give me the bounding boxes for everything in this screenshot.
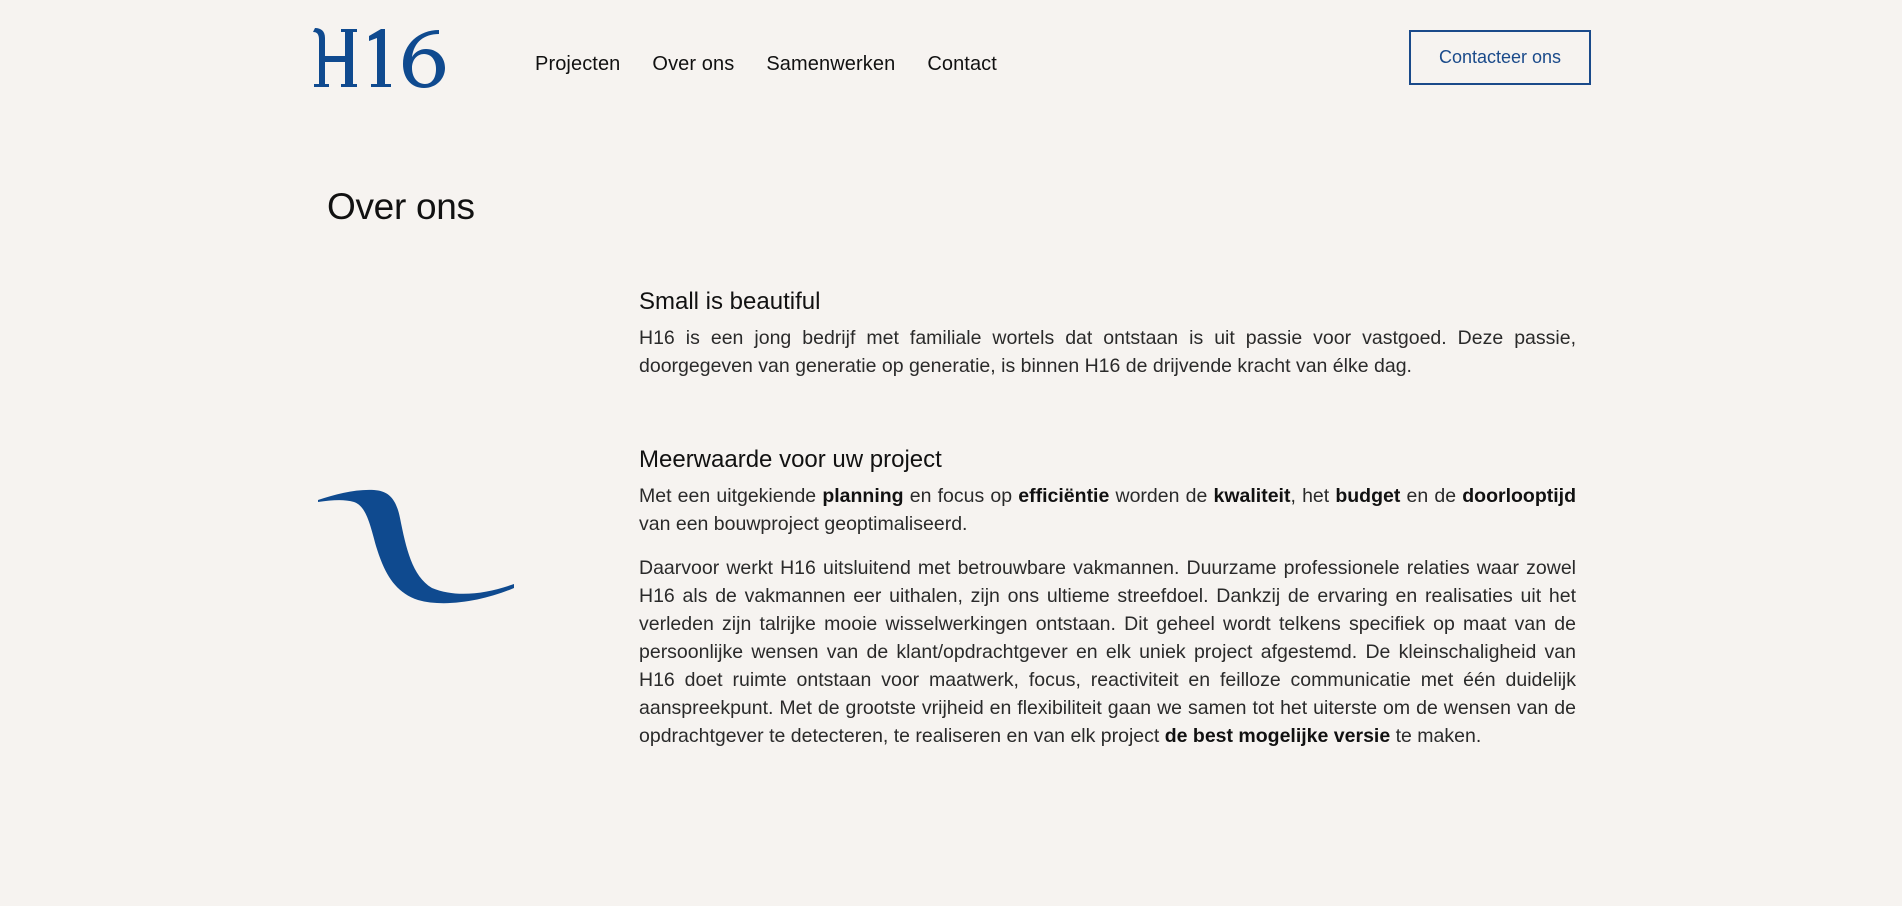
paragraph-text: en focus op [903, 485, 1019, 507]
nav-item-over-ons[interactable]: Over ons [652, 50, 734, 78]
paragraph-text: Daarvoor werkt H16 uitsluitend met betro… [639, 557, 1576, 747]
emphasis-text: budget [1335, 485, 1401, 507]
nav-item-projecten[interactable]: Projecten [535, 50, 620, 78]
h16-logo [313, 28, 445, 88]
logo-link[interactable] [311, 26, 457, 90]
section-paragraph: Daarvoor werkt H16 uitsluitend met betro… [639, 554, 1576, 750]
section-meerwaarde: Meerwaarde voor uw project Met een uitge… [639, 446, 1576, 750]
paragraph-text: H16 is een jong bedrijf met familiale wo… [639, 327, 1576, 377]
paragraph-text: Met een uitgekiende [639, 485, 823, 507]
emphasis-text: kwaliteit [1213, 485, 1291, 507]
emphasis-text: planning [822, 485, 904, 507]
decorative-curve-graphic [318, 489, 514, 604]
section-paragraph: H16 is een jong bedrijf met familiale wo… [639, 324, 1576, 380]
paragraph-text: , het [1290, 485, 1336, 507]
section-paragraph: Met een uitgekiende planning en focus op… [639, 482, 1576, 538]
paragraph-text: te maken. [1390, 725, 1482, 747]
page-title: Over ons [327, 186, 475, 227]
site-header: Projecten Over ons Samenwerken Contact C… [0, 0, 1902, 120]
section-heading: Small is beautiful [639, 288, 821, 315]
main-nav: Projecten Over ons Samenwerken Contact [535, 50, 1029, 78]
paragraph-text: worden de [1109, 485, 1214, 507]
about-content: Small is beautiful H16 is een jong bedri… [639, 288, 1576, 816]
nav-item-samenwerken[interactable]: Samenwerken [766, 50, 895, 78]
section-heading: Meerwaarde voor uw project [639, 446, 942, 473]
nav-item-contact[interactable]: Contact [927, 50, 997, 78]
section-small-is-beautiful: Small is beautiful H16 is een jong bedri… [639, 288, 1576, 380]
paragraph-text: en de [1400, 485, 1463, 507]
emphasis-text: de best mogelijke versie [1164, 725, 1391, 747]
emphasis-text: efficiëntie [1018, 485, 1110, 507]
emphasis-text: doorlooptijd [1462, 485, 1576, 507]
paragraph-text: van een bouwproject geoptimaliseerd. [639, 513, 968, 535]
contact-button[interactable]: Contacteer ons [1409, 30, 1591, 85]
